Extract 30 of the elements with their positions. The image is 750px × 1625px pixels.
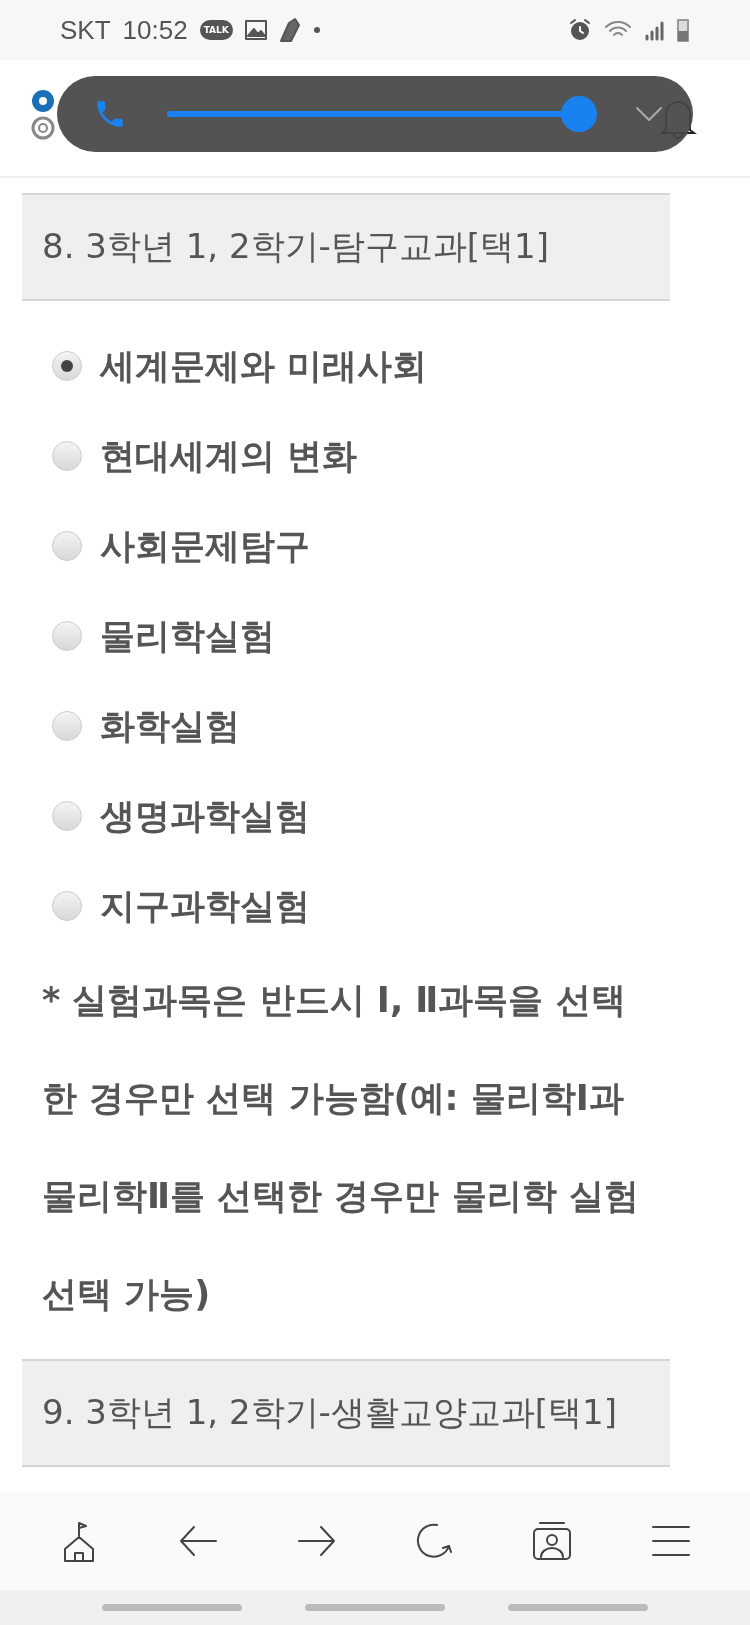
alarm-icon bbox=[568, 18, 592, 42]
dot-icon bbox=[312, 26, 321, 34]
gesture-bar[interactable] bbox=[305, 1604, 445, 1611]
radio-option[interactable]: 화학실험 bbox=[52, 681, 670, 771]
clock: 10:52 bbox=[122, 14, 188, 46]
image-icon bbox=[244, 20, 267, 40]
radio-button[interactable] bbox=[52, 441, 82, 471]
radio-button[interactable] bbox=[52, 711, 82, 741]
battery-icon bbox=[676, 17, 690, 43]
radio-option[interactable]: 사회문제탐구 bbox=[52, 501, 670, 591]
chevron-down-icon[interactable] bbox=[635, 106, 663, 122]
radio-button[interactable] bbox=[52, 891, 82, 921]
carrier: SKT bbox=[60, 14, 111, 46]
radio-button[interactable] bbox=[52, 621, 82, 651]
gesture-bar[interactable] bbox=[508, 1604, 649, 1611]
signal-icon bbox=[644, 19, 664, 41]
gesture-bar[interactable] bbox=[101, 1604, 242, 1611]
radio-option[interactable]: 지구과학실험 bbox=[52, 861, 670, 951]
radio-button[interactable] bbox=[52, 531, 82, 561]
slider-thumb[interactable] bbox=[561, 96, 597, 132]
radio-option[interactable]: 세계문제와 미래사회 bbox=[52, 321, 670, 411]
radio-button[interactable] bbox=[52, 801, 82, 831]
section-header: 9. 3학년 1, 2학기-생활교양교과[택1] bbox=[22, 1359, 670, 1467]
section-header: 8. 3학년 1, 2학기-탐구교과[택1] bbox=[22, 193, 670, 301]
note-text: * 실험과목은 반드시 Ⅰ, Ⅱ과목을 선택한 경우만 선택 가능함(예: 물리학Ⅰ과 물리학Ⅱ를 선택한 경우만 물리학 실험 선택 가능) bbox=[42, 979, 640, 1316]
radio-option[interactable]: 생명과학실험 bbox=[52, 771, 670, 861]
radio-button[interactable] bbox=[52, 351, 82, 381]
chat-notification-icon: TALK bbox=[199, 20, 233, 40]
radio-option[interactable]: 현대세계의 변화 bbox=[52, 411, 670, 501]
radio-option[interactable]: 물리학실험 bbox=[52, 591, 670, 681]
